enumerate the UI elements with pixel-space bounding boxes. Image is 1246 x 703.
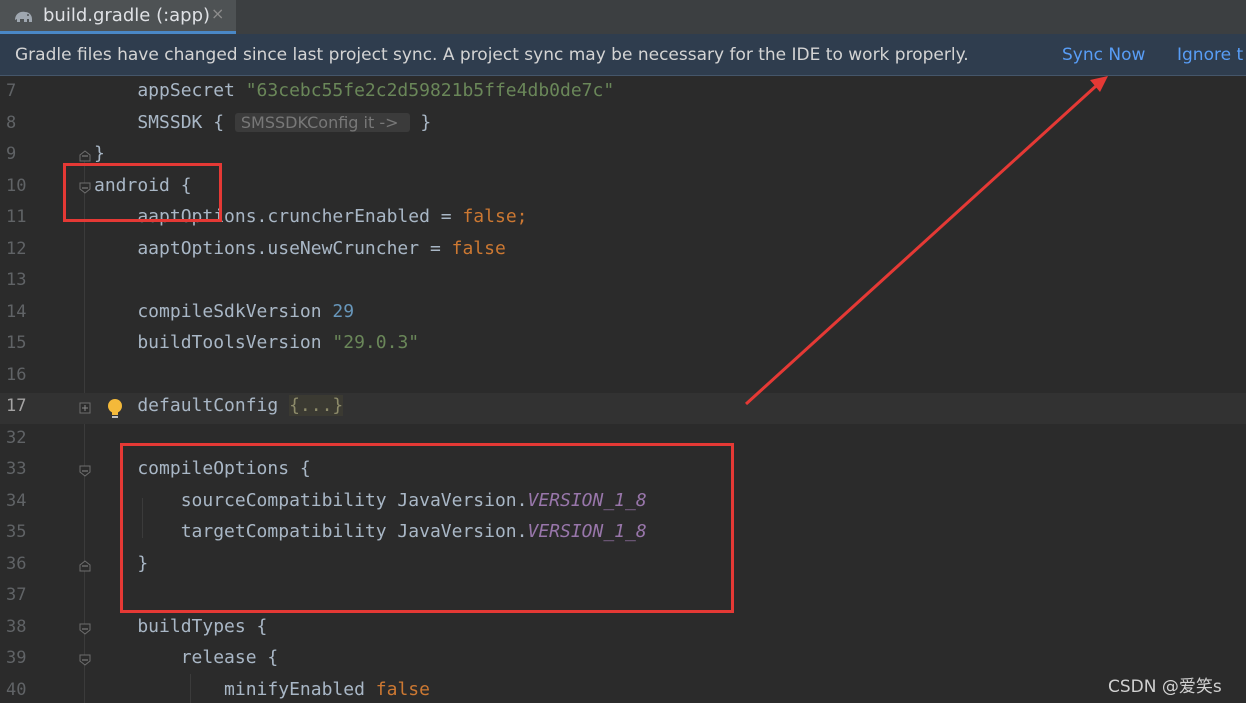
watermark: CSDN @爱笑s: [1108, 677, 1222, 697]
annotation-arrow: [744, 76, 1108, 406]
